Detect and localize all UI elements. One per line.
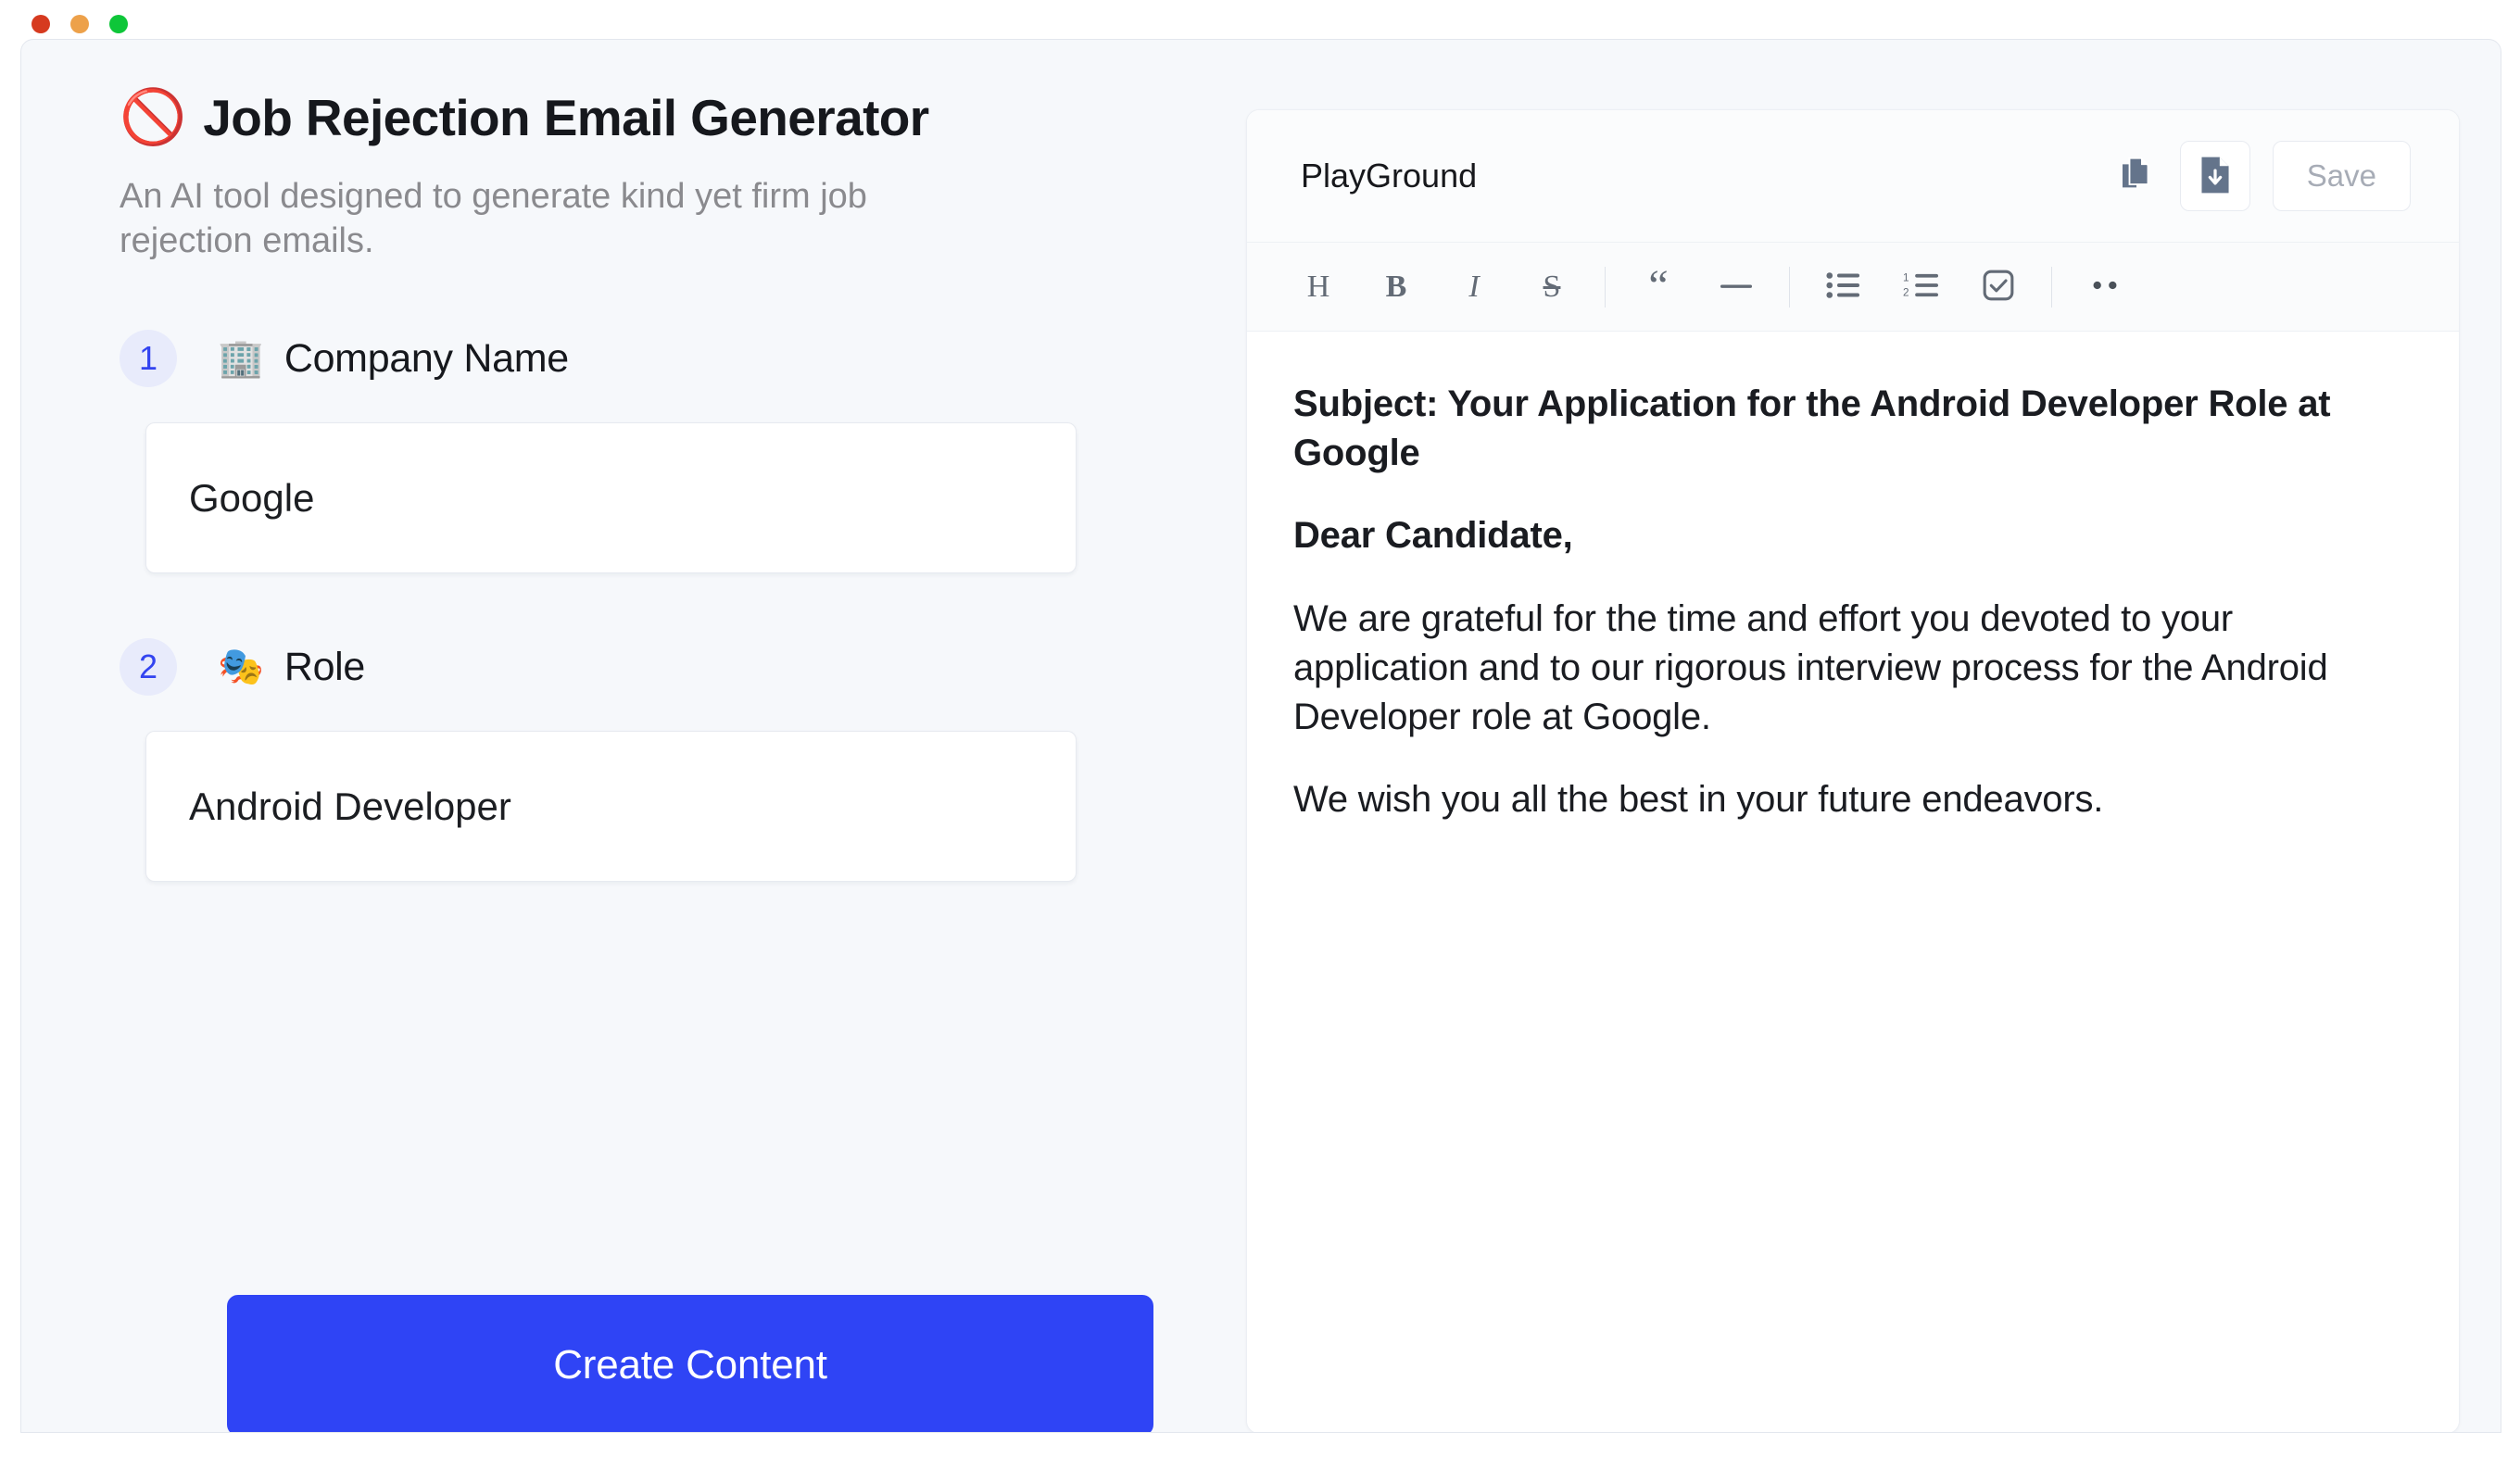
step-1-header: 1 🏢 Company Name (120, 330, 1161, 387)
copy-button[interactable] (2115, 151, 2158, 201)
strikethrough-glyph: S (1543, 269, 1561, 304)
app-root: 🚫 Job Rejection Email Generator An AI to… (0, 0, 2520, 1482)
prohibited-icon: 🚫 (120, 87, 187, 147)
role-input[interactable]: Android Developer (145, 731, 1077, 882)
editor-title: PlayGround (1301, 157, 1478, 195)
bullet-list-button[interactable] (1814, 258, 1871, 316)
bold-glyph: B (1385, 269, 1407, 304)
editor-toolbar: H B I S “ 1 2 (1247, 243, 2459, 332)
italic-glyph: I (1468, 269, 1480, 304)
svg-text:2: 2 (1903, 287, 1909, 299)
company-name-value: Google (189, 475, 315, 520)
quote-icon: “ (1648, 261, 1669, 311)
copy-icon (2118, 155, 2155, 198)
editor-card: PlayGround Save H B I S “ 1 2 Subject: Y… (1246, 109, 2460, 1432)
numbered-list-icon: 1 2 (1903, 271, 1938, 302)
bullet-list-icon (1826, 271, 1859, 302)
toolbar-divider-2 (1789, 266, 1790, 308)
editor-header-actions: Save (2115, 141, 2411, 211)
italic-button[interactable]: I (1445, 258, 1503, 316)
blockquote-button[interactable]: “ (1630, 258, 1687, 316)
close-window-button[interactable] (32, 15, 50, 33)
minimize-window-button[interactable] (70, 15, 89, 33)
page-subtitle: An AI tool designed to generate kind yet… (120, 177, 867, 260)
doc-paragraph-salutation: Dear Candidate, (1293, 515, 1573, 557)
window-traffic-lights (32, 15, 128, 33)
horizontal-rule-icon (1720, 280, 1752, 294)
more-options-button[interactable] (2076, 258, 2134, 316)
numbered-list-button[interactable]: 1 2 (1892, 258, 1949, 316)
more-dots-icon (2088, 279, 2122, 295)
step-2-header: 2 🎭 Role (120, 638, 1161, 696)
doc-paragraph-closing: We wish you all the best in your future … (1293, 779, 2104, 821)
role-value: Android Developer (189, 784, 511, 828)
save-button[interactable]: Save (2272, 141, 2411, 211)
app-window: 🚫 Job Rejection Email Generator An AI to… (20, 39, 2501, 1433)
checkbox-icon (1983, 270, 2014, 304)
page-title-text: Job Rejection Email Generator (203, 89, 929, 146)
step-2-badge: 2 (120, 638, 177, 696)
step-2-label: Role (284, 644, 366, 689)
bold-button[interactable]: B (1367, 258, 1425, 316)
task-list-button[interactable] (1970, 258, 2027, 316)
toolbar-divider-3 (2051, 266, 2052, 308)
company-name-input[interactable]: Google (145, 422, 1077, 573)
svg-text:1: 1 (1903, 272, 1909, 284)
create-content-button[interactable]: Create Content (227, 1295, 1153, 1432)
step-1-label: Company Name (284, 335, 569, 381)
strikethrough-button[interactable]: S (1523, 258, 1581, 316)
form-panel: 🚫 Job Rejection Email Generator An AI to… (21, 40, 1226, 1432)
editor-content[interactable]: Subject: Your Application for the Androi… (1247, 332, 2459, 1432)
download-icon (2199, 156, 2232, 197)
heading-glyph: H (1306, 269, 1330, 304)
download-button[interactable] (2179, 141, 2250, 211)
heading-button[interactable]: H (1290, 258, 1347, 316)
office-building-icon: 🏢 (218, 338, 264, 379)
editor-header: PlayGround Save (1247, 110, 2459, 243)
toolbar-divider (1605, 266, 1606, 308)
step-1-badge: 1 (120, 330, 177, 387)
doc-paragraph-body: We are grateful for the time and effort … (1293, 597, 2328, 737)
horizontal-rule-button[interactable] (1707, 258, 1765, 316)
maximize-window-button[interactable] (109, 15, 128, 33)
performing-arts-icon: 🎭 (218, 647, 264, 687)
doc-paragraph-subject: Subject: Your Application for the Androi… (1293, 383, 2331, 474)
page-title: 🚫 Job Rejection Email Generator (120, 88, 1161, 147)
